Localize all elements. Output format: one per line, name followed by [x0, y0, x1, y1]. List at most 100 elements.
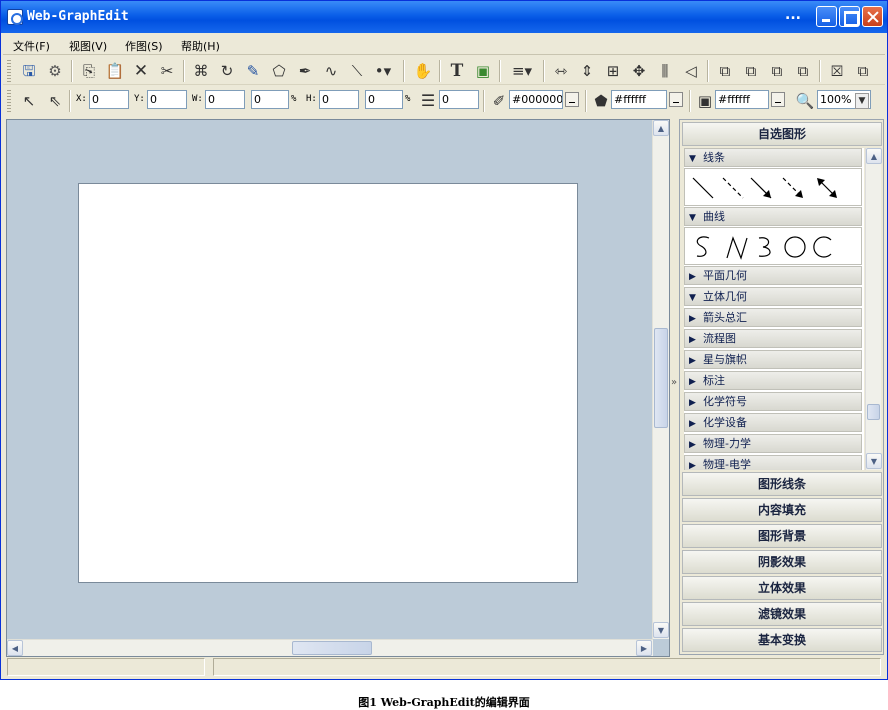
- line-shape[interactable]: [692, 177, 714, 199]
- flip-icon[interactable]: ⫼: [655, 61, 675, 81]
- section-transform[interactable]: 基本变换: [682, 628, 882, 652]
- menu-view[interactable]: 视图(V): [69, 38, 107, 54]
- align-icon[interactable]: ≡▾: [507, 61, 537, 81]
- category-physics-electric[interactable]: ▶ 物理-电学: [684, 455, 862, 470]
- scroll-down-icon[interactable]: ▼: [653, 622, 669, 638]
- section-line-style[interactable]: 图形线条: [682, 472, 882, 496]
- group-icon[interactable]: ⮽: [827, 61, 847, 81]
- category-chemistry-equipment[interactable]: ▶ 化学设备: [684, 413, 862, 432]
- line-width-input[interactable]: 0: [439, 90, 479, 109]
- category-curves[interactable]: ▼ 曲线: [684, 207, 862, 226]
- zigzag-curve-shape[interactable]: [726, 236, 748, 260]
- image-icon[interactable]: ▣: [473, 61, 493, 81]
- shadow-color-input[interactable]: #ffffff: [715, 90, 769, 109]
- section-shadow[interactable]: 阴影效果: [682, 550, 882, 574]
- category-plane-geometry[interactable]: ▶ 平面几何: [684, 266, 862, 285]
- bring-front-icon[interactable]: ⧉: [715, 61, 735, 81]
- zoom-dropdown-icon[interactable]: ▼: [855, 93, 869, 109]
- rotate-icon[interactable]: ↻: [217, 61, 237, 81]
- fill-color-input[interactable]: #ffffff: [611, 90, 667, 109]
- polygon-icon[interactable]: ⬠: [269, 61, 289, 81]
- maximize-button[interactable]: [839, 6, 860, 27]
- w-percent-input[interactable]: 0: [251, 90, 289, 109]
- hand-icon[interactable]: ✋: [413, 61, 433, 81]
- ungroup-icon[interactable]: ⧉: [853, 61, 873, 81]
- panel-collapse-handle[interactable]: »: [670, 119, 679, 657]
- section-background[interactable]: 图形背景: [682, 524, 882, 548]
- y-input[interactable]: 0: [147, 90, 187, 109]
- toolbar-grip[interactable]: [7, 60, 11, 82]
- point-icon[interactable]: •▾: [373, 61, 393, 81]
- stroke-color-icon[interactable]: ✐: [489, 91, 509, 111]
- h-percent-input[interactable]: 0: [365, 90, 403, 109]
- category-lines[interactable]: ▼ 线条: [684, 148, 862, 167]
- save-icon[interactable]: 🖫: [19, 61, 39, 81]
- horizontal-scrollbar[interactable]: ◀ ▶: [7, 639, 653, 656]
- double-arrow-shape[interactable]: [817, 178, 837, 198]
- shadow-color-icon[interactable]: ▣: [695, 91, 715, 111]
- send-backward-icon[interactable]: ⧉: [793, 61, 813, 81]
- pen-icon[interactable]: ✒: [295, 61, 315, 81]
- canvas-area[interactable]: ▲ ▼ ◀ ▶: [6, 119, 670, 657]
- scroll-left-icon[interactable]: ◀: [7, 640, 23, 656]
- category-solid-geometry[interactable]: ▼ 立体几何: [684, 287, 862, 306]
- dashed-arrow-shape[interactable]: [782, 177, 803, 198]
- section-filter[interactable]: 滤镜效果: [682, 602, 882, 626]
- close-button[interactable]: [862, 6, 883, 27]
- vertical-scroll-thumb[interactable]: [654, 328, 668, 428]
- w-input[interactable]: 0: [205, 90, 245, 109]
- scroll-down-icon[interactable]: ▼: [866, 453, 882, 469]
- arc-curve-shape[interactable]: [813, 236, 832, 258]
- category-chemistry-symbols[interactable]: ▶ 化学符号: [684, 392, 862, 411]
- toolbar-grip[interactable]: [7, 90, 11, 112]
- x-input[interactable]: 0: [89, 90, 129, 109]
- scroll-up-icon[interactable]: ▲: [653, 120, 669, 136]
- fit-width-icon[interactable]: ⇿: [551, 61, 571, 81]
- fill-color-picker[interactable]: [669, 92, 683, 107]
- paste-icon[interactable]: 📋: [105, 61, 125, 81]
- section-fill[interactable]: 内容填充: [682, 498, 882, 522]
- line-icon[interactable]: ⟍: [347, 61, 367, 81]
- horizontal-scroll-thumb[interactable]: [292, 641, 372, 655]
- section-3d[interactable]: 立体效果: [682, 576, 882, 600]
- settings-icon[interactable]: ⚙: [45, 61, 65, 81]
- crop-icon[interactable]: ⌘: [191, 61, 211, 81]
- pencil-icon[interactable]: ✎: [243, 61, 263, 81]
- dashed-line-shape[interactable]: [722, 177, 744, 199]
- h-input[interactable]: 0: [319, 90, 359, 109]
- three-curve-shape[interactable]: [758, 237, 771, 257]
- scroll-right-icon[interactable]: ▶: [636, 640, 652, 656]
- category-callouts[interactable]: ▶ 标注: [684, 371, 862, 390]
- delete-icon[interactable]: ✕: [131, 61, 151, 81]
- copy-icon[interactable]: ⎘: [79, 61, 99, 81]
- stroke-color-picker[interactable]: [565, 92, 579, 107]
- shape-list-scroll-thumb[interactable]: [867, 404, 880, 420]
- category-arrows[interactable]: ▶ 箭头总汇: [684, 308, 862, 327]
- menu-draw[interactable]: 作图(S): [125, 38, 163, 54]
- direct-select-icon[interactable]: ⇖: [45, 91, 65, 111]
- send-back-icon[interactable]: ⧉: [741, 61, 761, 81]
- circle-curve-shape[interactable]: [784, 236, 806, 258]
- vertical-scrollbar[interactable]: ▲ ▼: [652, 120, 669, 639]
- panel-title[interactable]: 自选图形: [682, 122, 882, 146]
- shape-list-scrollbar[interactable]: ▲ ▼: [865, 148, 882, 470]
- fit-both-icon[interactable]: ⊞: [603, 61, 623, 81]
- select-arrow-icon[interactable]: ↖: [19, 91, 39, 111]
- cut-icon[interactable]: ✂: [157, 61, 177, 81]
- line-width-icon[interactable]: ☰: [418, 91, 438, 111]
- s-curve-shape[interactable]: [696, 236, 710, 257]
- fill-bucket-icon[interactable]: ⬟: [591, 91, 611, 111]
- drawing-page[interactable]: [78, 183, 578, 583]
- curve-icon[interactable]: ∿: [321, 61, 341, 81]
- move-icon[interactable]: ✥: [629, 61, 649, 81]
- fit-height-icon[interactable]: ⇕: [577, 61, 597, 81]
- stroke-color-input[interactable]: #000000: [509, 90, 563, 109]
- shadow-color-picker[interactable]: [771, 92, 785, 107]
- category-flowchart[interactable]: ▶ 流程图: [684, 329, 862, 348]
- arrow-line-shape[interactable]: [750, 177, 772, 199]
- perspective-icon[interactable]: ◁: [681, 61, 701, 81]
- scroll-up-icon[interactable]: ▲: [866, 148, 882, 164]
- text-icon[interactable]: T: [447, 61, 467, 81]
- menu-help[interactable]: 帮助(H): [181, 38, 220, 54]
- menu-file[interactable]: 文件(F): [13, 38, 50, 54]
